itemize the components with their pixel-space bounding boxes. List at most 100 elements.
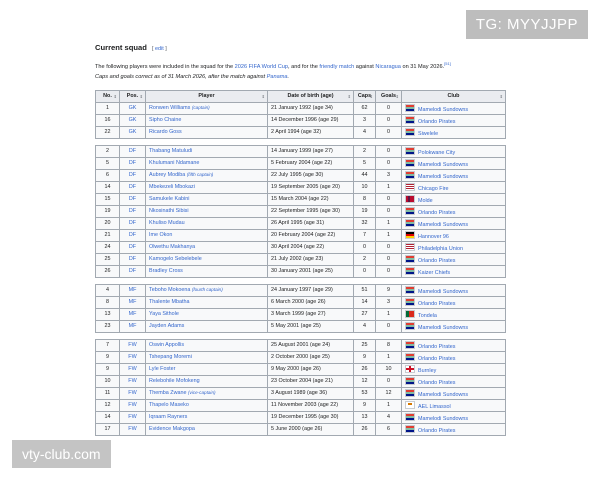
position-link[interactable]: MF — [129, 323, 137, 329]
club-link[interactable]: Kaizer Chiefs — [418, 270, 450, 276]
position-link[interactable]: FW — [128, 378, 136, 384]
position-link[interactable]: GK — [129, 117, 137, 123]
goals: 0 — [375, 113, 402, 127]
player-link[interactable]: Samukele Kabini — [149, 196, 189, 202]
player-link[interactable]: Iqraam Rayners — [149, 414, 187, 420]
club-link[interactable]: Orlando Pirates — [418, 356, 455, 362]
player-link[interactable]: Khuliso Mudau — [149, 220, 185, 226]
player-link[interactable]: Relebohile Mofokeng — [149, 378, 200, 384]
club-link[interactable]: Orlando Pirates — [418, 428, 455, 434]
position-link[interactable]: FW — [128, 366, 136, 372]
sort-icon[interactable]: ⇕ — [140, 94, 143, 99]
header-dob[interactable]: Date of birth (age) ⇕ — [267, 89, 354, 103]
club-link[interactable]: Mamelodi Sundowns — [418, 222, 468, 228]
flag-icon — [405, 352, 415, 361]
club-link[interactable]: Philadelphia Union — [418, 246, 463, 252]
player-link[interactable]: Olwethu Makhanya — [149, 244, 195, 250]
club-link[interactable]: Tondela — [418, 313, 437, 319]
edit-link[interactable]: edit — [155, 46, 164, 52]
world-cup-link[interactable]: 2026 FIFA World Cup — [235, 64, 288, 70]
club-link[interactable]: Mamelodi Sundowns — [418, 416, 468, 422]
panama-link[interactable]: Panama — [267, 74, 288, 80]
player-link[interactable]: Aubrey Modiba — [149, 172, 185, 178]
position-link[interactable]: DF — [129, 232, 136, 238]
position-link[interactable]: DF — [129, 220, 136, 226]
nicaragua-link[interactable]: Nicaragua — [375, 64, 401, 70]
player-link[interactable]: Oswin Appollis — [149, 342, 184, 348]
position-link[interactable]: FW — [128, 354, 136, 360]
position-link[interactable]: MF — [129, 299, 137, 305]
header-club[interactable]: Club ⇕ — [401, 89, 506, 103]
position-link[interactable]: FW — [128, 414, 136, 420]
player-link[interactable]: Yaya Sithole — [149, 311, 179, 317]
header-caps[interactable]: Caps ⇕ — [353, 89, 376, 103]
club-link[interactable]: AEL Limassol — [418, 404, 451, 410]
player-link[interactable]: Bradley Cross — [149, 268, 183, 274]
player-link[interactable]: Ime Okon — [149, 232, 172, 238]
player-link[interactable]: Mbekezeli Mbokazi — [149, 184, 195, 190]
club-link[interactable]: Siwelele — [418, 131, 438, 137]
player-link[interactable]: Thalente Mbatha — [149, 299, 189, 305]
club-link[interactable]: Polokwane City — [418, 150, 455, 156]
player-link[interactable]: Tshepang Moremi — [149, 354, 192, 360]
friendly-match-link[interactable]: friendly match — [319, 64, 354, 70]
player-link[interactable]: Ronwen Williams — [149, 105, 190, 111]
position-link[interactable]: MF — [129, 287, 137, 293]
position-link[interactable]: FW — [128, 342, 136, 348]
club-link[interactable]: Molde — [418, 198, 433, 204]
club-link[interactable]: Orlando Pirates — [418, 380, 455, 386]
position-link[interactable]: GK — [129, 129, 137, 135]
player-link[interactable]: Lyle Foster — [149, 366, 175, 372]
position-link[interactable]: DF — [129, 208, 136, 214]
position-link[interactable]: DF — [129, 244, 136, 250]
club-link[interactable]: Mamelodi Sundowns — [418, 174, 468, 180]
header-no[interactable]: No. ⇕ — [95, 89, 120, 103]
sort-icon[interactable]: ⇕ — [500, 94, 503, 99]
club-link[interactable]: Mamelodi Sundowns — [418, 325, 468, 331]
position-link[interactable]: DF — [129, 184, 136, 190]
club-link[interactable]: Chicago Fire — [418, 186, 449, 192]
player-link[interactable]: Thabang Matuludi — [149, 148, 192, 154]
position-link[interactable]: DF — [129, 148, 136, 154]
player-link[interactable]: Thapelo Maseko — [149, 402, 189, 408]
player-link[interactable]: Teboho Mokoena — [149, 287, 190, 293]
position-link[interactable]: FW — [128, 390, 136, 396]
player-link[interactable]: Nkosinathi Sibisi — [149, 208, 189, 214]
reference-link[interactable]: [51] — [444, 61, 451, 66]
sort-icon[interactable]: ⇕ — [114, 94, 117, 99]
player-link[interactable]: Ricardo Goss — [149, 129, 182, 135]
player-link[interactable]: Khulumani Ndamane — [149, 160, 199, 166]
player-link[interactable]: Sipho Chaine — [149, 117, 181, 123]
sort-icon[interactable]: ⇕ — [396, 94, 399, 99]
club-link[interactable]: Mamelodi Sundowns — [418, 162, 468, 168]
position-link[interactable]: DF — [129, 268, 136, 274]
sort-icon[interactable]: ⇕ — [348, 94, 351, 99]
position-link[interactable]: DF — [129, 160, 136, 166]
sort-icon[interactable]: ⇕ — [370, 94, 373, 99]
club-link[interactable]: Mamelodi Sundowns — [418, 392, 468, 398]
player-link[interactable]: Jayden Adams — [149, 323, 184, 329]
player-link[interactable]: Evidence Makgopa — [149, 426, 195, 432]
club-link[interactable]: Orlando Pirates — [418, 344, 455, 350]
club-link[interactable]: Orlando Pirates — [418, 301, 455, 307]
position-link[interactable]: DF — [129, 196, 136, 202]
position-link[interactable]: FW — [128, 402, 136, 408]
club-link[interactable]: Hannover 96 — [418, 234, 449, 240]
header-pos[interactable]: Pos. ⇕ — [119, 89, 146, 103]
club-link[interactable]: Mamelodi Sundowns — [418, 107, 468, 113]
player-link[interactable]: Kamogelo Sebelebele — [149, 256, 202, 262]
position-link[interactable]: GK — [129, 105, 137, 111]
position-link[interactable]: FW — [128, 426, 136, 432]
club-link[interactable]: Mamelodi Sundowns — [418, 289, 468, 295]
header-goals[interactable]: Goals ⇕ — [375, 89, 402, 103]
club-link[interactable]: Orlando Pirates — [418, 119, 455, 125]
position-link[interactable]: DF — [129, 172, 136, 178]
club-link[interactable]: Orlando Pirates — [418, 210, 455, 216]
sort-icon[interactable]: ⇕ — [262, 94, 265, 99]
club-link[interactable]: Burnley — [418, 368, 436, 374]
header-player[interactable]: Player ⇕ — [145, 89, 268, 103]
club-link[interactable]: Orlando Pirates — [418, 258, 455, 264]
player-link[interactable]: Themba Zwane — [149, 390, 186, 396]
position-link[interactable]: MF — [129, 311, 137, 317]
position-link[interactable]: DF — [129, 256, 136, 262]
